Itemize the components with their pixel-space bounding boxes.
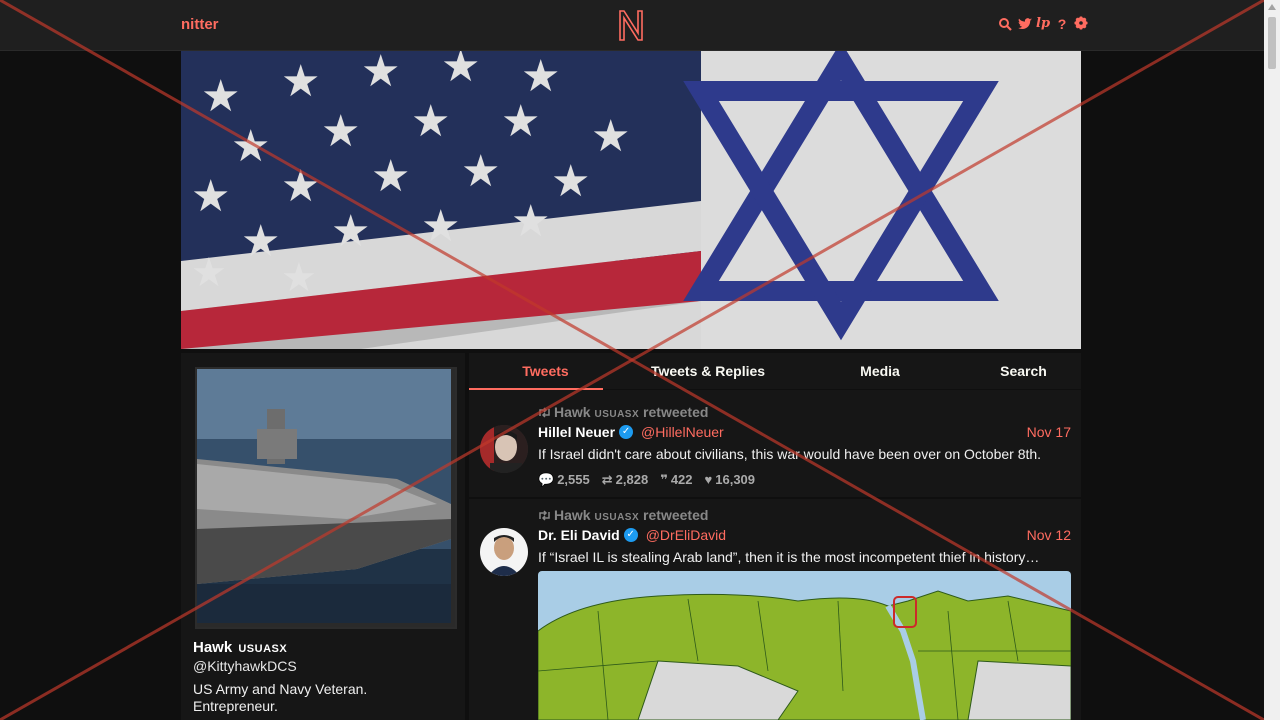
tweet-item[interactable]: Hawk USUASX retweeted Dr. Eli David ✓ @D…	[469, 500, 1081, 720]
timeline: Tweets Tweets & Replies Media Search Haw…	[469, 353, 1081, 720]
tweet-date[interactable]: Nov 17	[1027, 424, 1071, 440]
gear-icon[interactable]	[1074, 16, 1088, 32]
tab-search[interactable]: Search	[966, 353, 1081, 389]
twitter-bird-icon[interactable]	[1017, 16, 1032, 32]
reply-count: 2,555	[557, 472, 590, 487]
author-handle[interactable]: @HillelNeuer	[641, 424, 724, 440]
svg-text:★: ★	[191, 172, 230, 221]
tweet-avatar[interactable]	[480, 528, 528, 576]
svg-text:★: ★	[371, 152, 410, 201]
retweet-icon: ⇄	[601, 472, 613, 487]
svg-text:★: ★	[521, 52, 560, 101]
tweet-stats: 💬 2,555 ⇄ 2,828 ❞ 422 ♥ 16,309	[538, 472, 755, 488]
fullname-suffix: USUASX	[238, 643, 288, 655]
author-name[interactable]: Dr. Eli David	[538, 527, 620, 543]
tab-media[interactable]: Media	[794, 353, 966, 389]
tweet-text: If Israel didn't care about civilians, t…	[538, 446, 1042, 462]
rss-lp-icon[interactable]: lp	[1036, 16, 1050, 32]
svg-text:★: ★	[441, 51, 480, 91]
profile-card: Hawk USUASX @KittyhawkDCS US Army and Na…	[181, 353, 465, 720]
heart-icon: ♥	[704, 472, 713, 487]
timeline-tabs: Tweets Tweets & Replies Media Search	[469, 353, 1081, 390]
svg-text:★: ★	[551, 157, 590, 206]
quote-count: 422	[670, 472, 693, 487]
tweet-author[interactable]: Dr. Eli David ✓ @DrEliDavid	[538, 527, 726, 543]
svg-text:★: ★	[511, 197, 550, 246]
fullname-text: Hawk	[193, 639, 233, 656]
profile-avatar[interactable]	[195, 367, 457, 629]
like-stat[interactable]: ♥ 16,309	[705, 472, 755, 488]
svg-text:★: ★	[241, 217, 280, 266]
svg-text:★: ★	[191, 251, 227, 295]
svg-text:★: ★	[281, 162, 320, 211]
search-icon[interactable]	[998, 16, 1012, 32]
quote-icon: ❞	[660, 472, 668, 487]
profile-fullname[interactable]: Hawk USUASX	[193, 639, 287, 656]
svg-text:★: ★	[321, 107, 360, 156]
tweet-text: If “Israel ‪‬IL is stealing Arab land”, …	[538, 549, 1040, 565]
svg-text:★: ★	[421, 202, 460, 251]
banner-image: ★★★★★ ★★★★★ ★★★★★ ★★★★ ★★	[181, 51, 1081, 349]
svg-text:★: ★	[201, 72, 240, 121]
retweet-icon	[538, 405, 551, 421]
like-count: 16,309	[715, 472, 756, 487]
retweet-label: retweeted	[643, 507, 709, 523]
scrollbar-thumb[interactable]	[1268, 17, 1276, 69]
svg-text:★: ★	[361, 51, 400, 96]
aircraft-carrier-image	[197, 369, 451, 623]
brand-link[interactable]: nitter	[181, 16, 219, 33]
retweet-label: retweeted	[643, 404, 709, 420]
comment-icon: 💬	[538, 472, 555, 487]
retweet-stat[interactable]: ⇄ 2,828	[602, 472, 648, 488]
retweeter-suffix: USUASX	[594, 409, 640, 420]
nitter-logo-icon[interactable]	[617, 8, 645, 42]
map-image	[538, 571, 1071, 720]
help-icon[interactable]: ?	[1055, 16, 1069, 32]
svg-text:★: ★	[461, 147, 500, 196]
page-scrollbar[interactable]	[1264, 0, 1280, 720]
svg-text:★: ★	[331, 207, 370, 256]
tweet-media-map[interactable]	[538, 571, 1071, 720]
tweet-author[interactable]: Hillel Neuer ✓ @HillelNeuer	[538, 424, 724, 440]
profile-bio: US Army and Navy Veteran. Entrepreneur.	[193, 681, 368, 714]
retweeter-name[interactable]: Hawk	[554, 507, 591, 523]
retweeter-name[interactable]: Hawk	[554, 404, 591, 420]
retweet-header: Hawk USUASX retweeted	[538, 404, 708, 421]
top-nav: nitter lp ?	[0, 0, 1264, 51]
tweet-avatar[interactable]	[480, 425, 528, 473]
retweet-count: 2,828	[615, 472, 649, 487]
retweeter-suffix: USUASX	[594, 512, 640, 523]
quote-stat[interactable]: ❞ 422	[660, 472, 692, 488]
nav-icons: lp ?	[998, 16, 1088, 32]
retweet-header: Hawk USUASX retweeted	[538, 507, 708, 524]
tweet-item[interactable]: Hawk USUASX retweeted Hillel Neuer ✓ @Hi…	[469, 397, 1081, 499]
svg-text:★: ★	[231, 122, 270, 171]
author-name[interactable]: Hillel Neuer	[538, 424, 615, 440]
author-handle[interactable]: @DrEliDavid	[646, 527, 726, 543]
svg-text:★: ★	[281, 256, 317, 300]
tab-tweets[interactable]: Tweets	[469, 353, 622, 390]
profile-banner[interactable]: ★★★★★ ★★★★★ ★★★★★ ★★★★ ★★	[181, 51, 1081, 349]
tab-tweets-replies[interactable]: Tweets & Replies	[622, 353, 794, 389]
verified-icon: ✓	[619, 425, 634, 439]
svg-text:★: ★	[281, 57, 320, 106]
verified-icon: ✓	[623, 528, 638, 542]
reply-stat[interactable]: 💬 2,555	[538, 472, 590, 488]
scroll-up-icon[interactable]	[1268, 4, 1276, 10]
svg-text:★: ★	[411, 97, 450, 146]
retweet-icon	[538, 508, 551, 524]
profile-username[interactable]: @KittyhawkDCS	[193, 658, 297, 674]
svg-text:★: ★	[501, 97, 540, 146]
tweet-date[interactable]: Nov 12	[1027, 527, 1071, 543]
